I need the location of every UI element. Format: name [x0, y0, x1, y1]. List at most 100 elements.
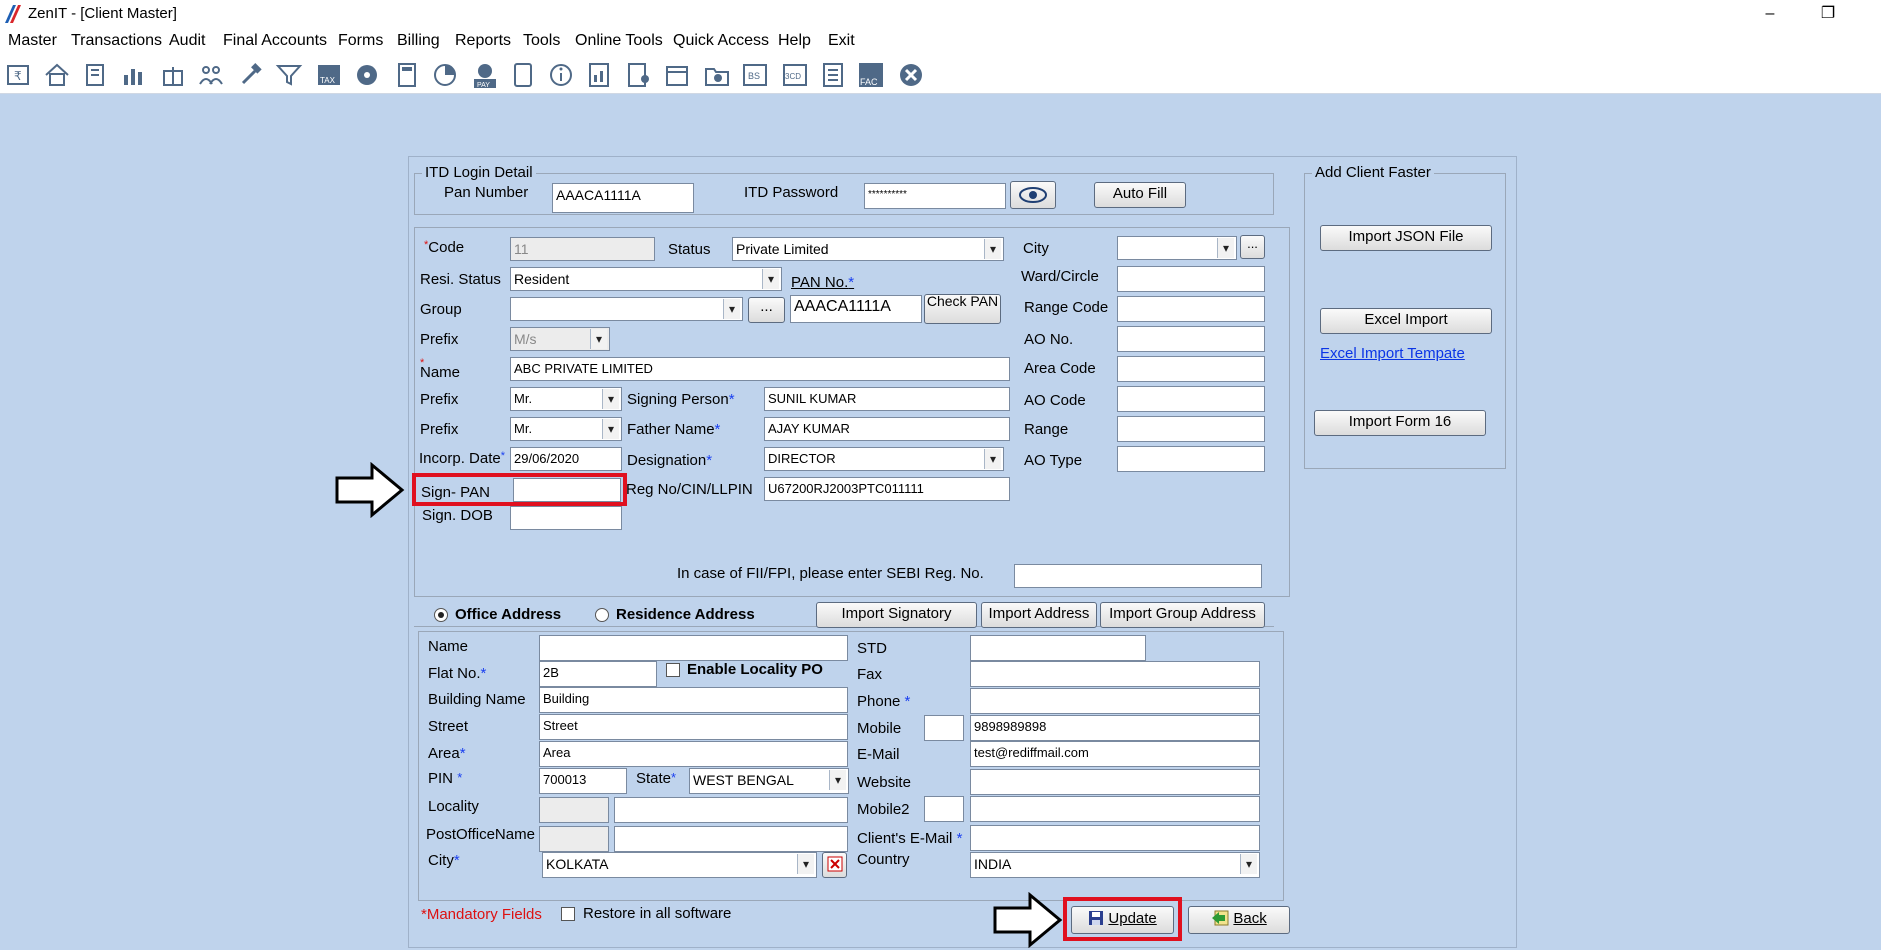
- menu-forms[interactable]: Forms: [338, 32, 383, 50]
- clear-city-button[interactable]: [822, 852, 847, 878]
- balance-sheet-icon[interactable]: BS: [740, 60, 768, 88]
- area-input[interactable]: Area: [539, 741, 848, 767]
- menu-online-tools[interactable]: Online Tools: [575, 32, 663, 50]
- residence-address-radio[interactable]: [595, 608, 609, 622]
- website-input[interactable]: [970, 769, 1260, 795]
- rupee-icon[interactable]: ₹: [4, 60, 32, 88]
- book-icon[interactable]: [508, 60, 536, 88]
- info-icon[interactable]: [546, 60, 574, 88]
- pie-chart-icon[interactable]: [430, 60, 458, 88]
- sebi-input[interactable]: [1014, 564, 1262, 588]
- ledger-icon[interactable]: [818, 60, 846, 88]
- home-icon[interactable]: [42, 60, 70, 88]
- flat-no-input[interactable]: 2B: [539, 661, 657, 687]
- import-signatory-button[interactable]: Import Signatory: [816, 602, 977, 628]
- email-input[interactable]: test@rediffmail.com: [970, 741, 1260, 767]
- father-name-input[interactable]: AJAY KUMAR: [764, 417, 1010, 441]
- locality-input[interactable]: [614, 797, 848, 823]
- street-input[interactable]: Street: [539, 714, 848, 740]
- incorp-date-input[interactable]: 29/06/2020: [510, 447, 622, 471]
- menu-reports[interactable]: Reports: [455, 32, 511, 50]
- import-address-button[interactable]: Import Address: [981, 602, 1097, 628]
- client-email-input[interactable]: [970, 825, 1260, 851]
- auto-fill-button[interactable]: Auto Fill: [1094, 182, 1186, 208]
- update-button[interactable]: Update: [1071, 906, 1174, 934]
- ao-code-input[interactable]: [1117, 386, 1265, 412]
- reg-no-input[interactable]: U67200RJ2003PTC011111: [764, 477, 1010, 501]
- office-address-radio[interactable]: [434, 608, 448, 622]
- menu-exit[interactable]: Exit: [828, 32, 855, 50]
- itd-password-input[interactable]: **********: [864, 183, 1006, 209]
- close-circle-icon[interactable]: [896, 60, 924, 88]
- group-ellipsis-button[interactable]: ...: [748, 297, 785, 323]
- bar-chart-icon[interactable]: [118, 60, 146, 88]
- users-icon[interactable]: [196, 60, 224, 88]
- excel-import-button[interactable]: Excel Import: [1320, 308, 1492, 334]
- pan-input[interactable]: AAACA1111A: [790, 295, 922, 323]
- menu-billing[interactable]: Billing: [397, 32, 440, 50]
- post-office-input[interactable]: [614, 826, 848, 852]
- state-select[interactable]: WEST BENGAL: [689, 768, 849, 794]
- mobile-code-input[interactable]: [924, 715, 964, 741]
- ward-circle-input[interactable]: [1117, 266, 1265, 292]
- disc-icon[interactable]: [352, 60, 380, 88]
- pay-icon[interactable]: PAY: [470, 60, 498, 89]
- sign-pan-input[interactable]: [513, 478, 621, 502]
- mobile-input[interactable]: 9898989898: [970, 715, 1260, 741]
- city-select[interactable]: [1117, 236, 1237, 260]
- city-ellipsis-button[interactable]: ...: [1240, 235, 1265, 259]
- hammer-icon[interactable]: [236, 60, 264, 88]
- area-code-input[interactable]: [1117, 356, 1265, 382]
- prefix3-select[interactable]: Mr.: [510, 417, 622, 441]
- restore-button[interactable]: ❐: [1808, 2, 1848, 26]
- std-input[interactable]: [970, 635, 1146, 661]
- import-json-button[interactable]: Import JSON File: [1320, 225, 1492, 251]
- range-input[interactable]: [1117, 416, 1265, 442]
- back-button[interactable]: Back: [1188, 906, 1290, 934]
- menu-master[interactable]: Master: [8, 32, 57, 50]
- menu-transactions[interactable]: Transactions: [71, 32, 162, 50]
- check-pan-button[interactable]: Check PAN: [924, 294, 1001, 324]
- phone-input[interactable]: [970, 688, 1260, 714]
- status-select[interactable]: Private Limited: [732, 237, 1004, 261]
- report-icon[interactable]: [584, 60, 612, 88]
- ao-type-input[interactable]: [1117, 446, 1265, 472]
- user-document-icon[interactable]: [624, 60, 652, 88]
- filter-icon[interactable]: [274, 60, 303, 88]
- calendar-icon[interactable]: [662, 60, 690, 88]
- restore-all-checkbox[interactable]: [561, 907, 575, 921]
- minimize-button[interactable]: –: [1750, 2, 1790, 26]
- enable-locality-checkbox[interactable]: [666, 663, 680, 677]
- menu-final-accounts[interactable]: Final Accounts: [223, 32, 327, 50]
- tax-icon[interactable]: TAX: [314, 60, 342, 88]
- building-name-input[interactable]: Building: [539, 687, 848, 713]
- range-code-input[interactable]: [1117, 296, 1265, 322]
- menu-quick-access[interactable]: Quick Access: [673, 32, 769, 50]
- building-icon[interactable]: [80, 60, 108, 88]
- prefix-select[interactable]: M/s: [510, 327, 610, 351]
- group-select[interactable]: [510, 297, 743, 321]
- prefix2-select[interactable]: Mr.: [510, 387, 622, 411]
- menu-help[interactable]: Help: [778, 32, 811, 50]
- locality-code-input[interactable]: [539, 797, 609, 823]
- show-password-button[interactable]: [1010, 181, 1056, 209]
- mobile2-input[interactable]: [970, 796, 1260, 822]
- fac-icon[interactable]: FAC: [856, 60, 884, 88]
- gift-icon[interactable]: [158, 60, 186, 88]
- ao-no-input[interactable]: [1117, 326, 1265, 352]
- signing-person-input[interactable]: SUNIL KUMAR: [764, 387, 1010, 411]
- import-form16-button[interactable]: Import Form 16: [1314, 410, 1486, 436]
- resi-status-select[interactable]: Resident: [510, 267, 782, 291]
- calculator-icon[interactable]: [392, 60, 420, 88]
- import-group-address-button[interactable]: Import Group Address: [1100, 602, 1265, 628]
- excel-template-link[interactable]: Excel Import Tempate: [1320, 345, 1465, 362]
- itd-pan-input[interactable]: AAACA1111A: [552, 183, 694, 213]
- city-addr-select[interactable]: KOLKATA: [542, 852, 817, 878]
- folder-add-icon[interactable]: [702, 60, 730, 88]
- sign-dob-input[interactable]: [510, 506, 622, 530]
- menu-tools[interactable]: Tools: [523, 32, 560, 50]
- mobile2-code-input[interactable]: [924, 796, 964, 822]
- addr-name-input[interactable]: [539, 635, 848, 661]
- code-input[interactable]: 11: [510, 237, 655, 261]
- designation-select[interactable]: DIRECTOR: [764, 447, 1004, 471]
